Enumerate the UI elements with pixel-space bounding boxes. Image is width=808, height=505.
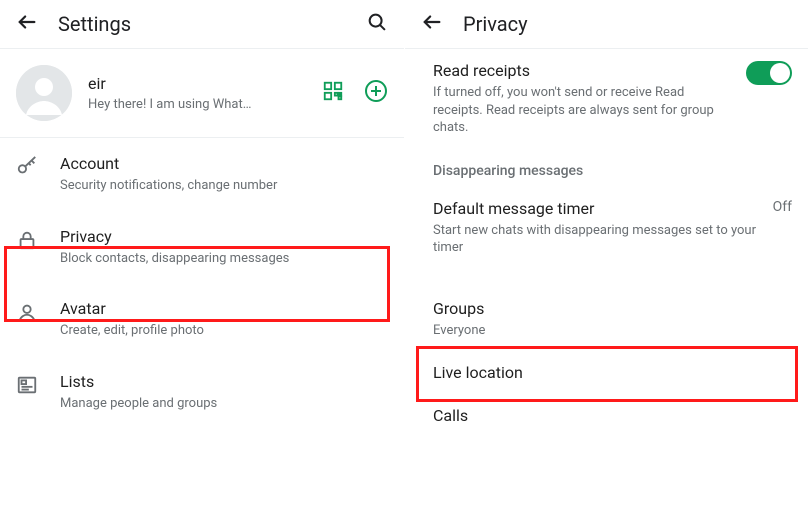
lock-icon [16, 227, 60, 251]
groups-title: Groups [433, 299, 792, 318]
privacy-page-title: Privacy [463, 12, 528, 36]
key-icon [16, 154, 60, 178]
privacy-item-groups[interactable]: Groups Everyone [405, 287, 808, 352]
privacy-item-default-timer[interactable]: Default message timer Start new chats wi… [405, 187, 808, 269]
avatar-sub: Create, edit, profile photo [60, 322, 388, 340]
account-title: Account [60, 154, 388, 173]
back-icon[interactable] [16, 11, 38, 37]
lists-sub: Manage people and groups [60, 395, 388, 413]
avatar-title: Avatar [60, 299, 388, 318]
default-timer-sub: Start new chats with disappearing messag… [433, 222, 761, 257]
privacy-topbar: Privacy [405, 0, 808, 48]
profile-status: Hey there! I am using What… [88, 97, 251, 112]
groups-sub: Everyone [433, 322, 792, 340]
privacy-title: Privacy [60, 227, 388, 246]
profile-text: eir Hey there! I am using What… [88, 74, 251, 112]
read-receipts-title: Read receipts [433, 61, 734, 80]
settings-item-privacy[interactable]: Privacy Block contacts, disappearing mes… [0, 211, 404, 284]
avatar-icon [16, 299, 60, 323]
qr-icon[interactable] [322, 80, 344, 106]
account-sub: Security notifications, change number [60, 177, 388, 195]
privacy-pane: Privacy Read receipts If turned off, you… [404, 0, 808, 505]
settings-pane: Settings eir Hey there! I am using What… [0, 0, 404, 505]
search-icon[interactable] [366, 11, 388, 37]
live-location-title: Live location [433, 363, 792, 382]
lists-icon [16, 372, 60, 396]
privacy-item-read-receipts[interactable]: Read receipts If turned off, you won't s… [405, 49, 808, 149]
default-timer-title: Default message timer [433, 199, 761, 218]
privacy-item-calls[interactable]: Calls [405, 394, 808, 437]
settings-item-lists[interactable]: Lists Manage people and groups [0, 356, 404, 429]
privacy-sub: Block contacts, disappearing messages [60, 250, 388, 268]
settings-item-avatar[interactable]: Avatar Create, edit, profile photo [0, 283, 404, 356]
read-receipts-switch[interactable] [746, 61, 792, 85]
avatar [16, 65, 72, 121]
profile-name: eir [88, 74, 251, 93]
default-timer-value: Off [761, 199, 792, 215]
privacy-item-live-location[interactable]: Live location [405, 351, 808, 394]
add-icon[interactable] [364, 79, 388, 107]
calls-title: Calls [433, 406, 792, 425]
settings-topbar: Settings [0, 0, 404, 48]
back-icon-privacy[interactable] [421, 11, 443, 37]
profile-row[interactable]: eir Hey there! I am using What… [0, 49, 404, 137]
settings-item-account[interactable]: Account Security notifications, change n… [0, 138, 404, 211]
read-receipts-sub: If turned off, you won't send or receive… [433, 84, 734, 137]
lists-title: Lists [60, 372, 388, 391]
section-disappearing: Disappearing messages [405, 149, 808, 187]
settings-title: Settings [58, 12, 131, 36]
